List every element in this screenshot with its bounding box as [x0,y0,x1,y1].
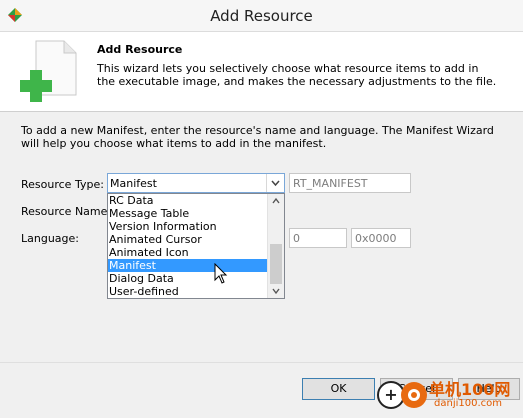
language-hex-field: 0x0000 [351,228,411,248]
mouse-pointer-icon [214,263,228,284]
dropdown-option[interactable]: Message Table [108,207,268,220]
watermark-title: 单机100网 [429,380,511,399]
header-title: Add Resource [97,43,183,56]
dropdown-option[interactable]: Animated Icon [108,246,268,259]
watermark-badge-icon: + [377,381,427,409]
svg-text:+: + [384,385,397,404]
wizard-header: Add Resource This wizard lets you select… [0,32,523,112]
dropdown-option[interactable]: Version Information [108,220,268,233]
intro-text: To add a new Manifest, enter the resourc… [21,124,494,150]
chevron-down-icon[interactable] [266,174,284,192]
dropdown-option[interactable]: Manifest [108,259,268,272]
watermark-logo: + 单机100网 danji100.com [376,373,523,415]
resource-type-label: Resource Type: [21,178,104,191]
resource-name-label: Resource Name: [21,205,112,218]
scroll-up-icon[interactable] [268,194,284,208]
header-description: This wizard lets you selectively choose … [97,62,497,88]
ok-button[interactable]: OK [302,378,375,400]
dropdown-options: RC Data Message Table Version Information A… [108,194,268,298]
dropdown-option[interactable]: RC Data [108,194,268,207]
dropdown-scrollbar[interactable] [267,194,284,298]
language-id-field[interactable]: 0 [289,228,347,248]
title-bar: Add Resource [0,0,523,32]
resource-type-dropdown[interactable]: RC Data Message Table Version Information A… [107,193,285,299]
resource-type-value: Manifest [110,177,157,190]
language-label: Language: [21,232,79,245]
window-title: Add Resource [210,7,313,25]
dropdown-option[interactable]: User-defined [108,285,268,298]
watermark-url: danji100.com [434,398,502,409]
dropdown-option[interactable]: Dialog Data [108,272,268,285]
resource-type-id-field: RT_MANIFEST [289,173,411,193]
add-document-icon [20,40,77,102]
scrollbar-thumb[interactable] [270,244,282,284]
close-button[interactable] [499,0,523,31]
dropdown-option[interactable]: Animated Cursor [108,233,268,246]
resource-type-select[interactable]: Manifest [107,173,285,193]
scroll-down-icon[interactable] [268,284,284,298]
